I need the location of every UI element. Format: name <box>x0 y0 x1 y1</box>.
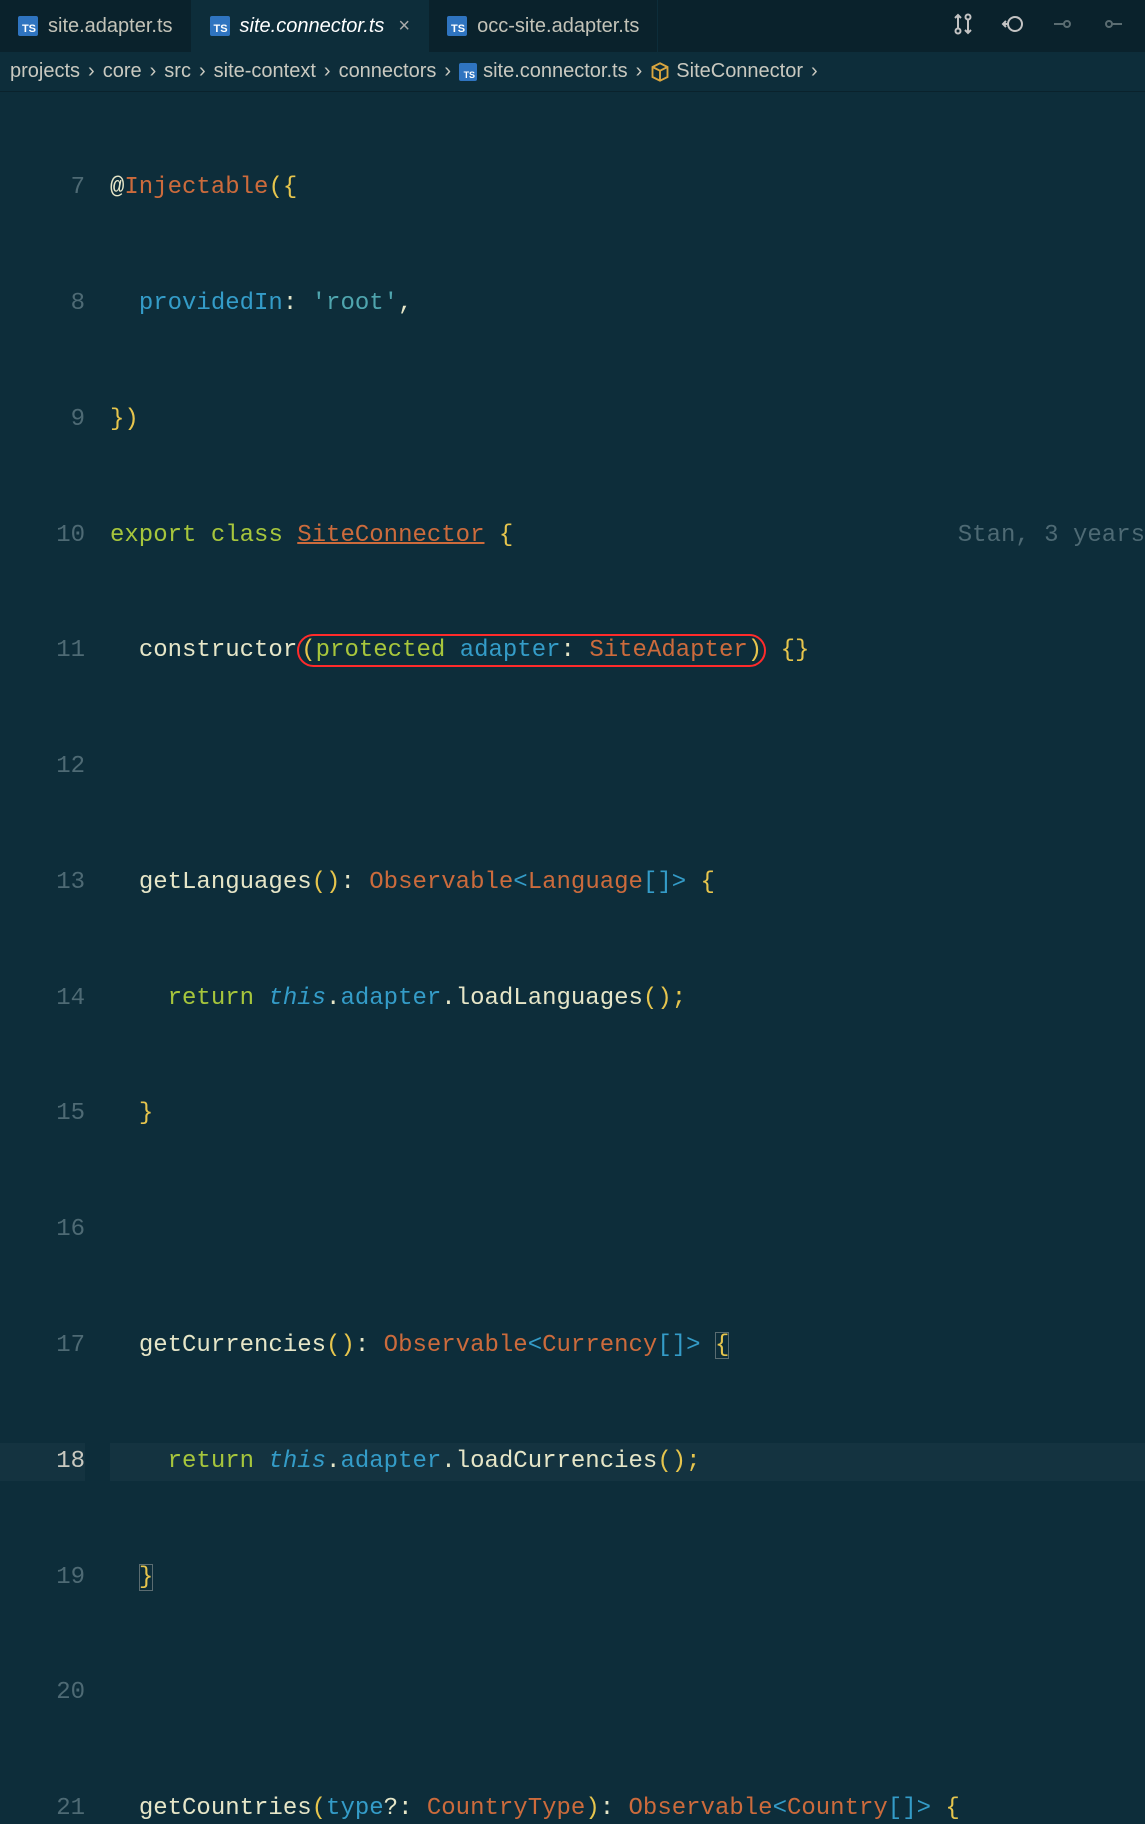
chevron-right-icon: › <box>809 60 820 83</box>
breadcrumb-item[interactable]: site-context <box>214 60 316 83</box>
typescript-icon: TS <box>447 16 467 36</box>
breadcrumb-item[interactable]: SiteConnector <box>676 60 803 83</box>
line-number: 8 <box>0 285 85 324</box>
class-icon <box>650 62 670 82</box>
tab-site-adapter[interactable]: TS site.adapter.ts <box>0 0 192 52</box>
line-number: 10 <box>0 517 85 556</box>
code-line[interactable]: @Injectable({ <box>110 169 1145 208</box>
tab-site-connector[interactable]: TS site.connector.ts × <box>192 0 430 52</box>
code-line[interactable]: }) <box>110 401 1145 440</box>
typescript-icon: TS <box>459 63 477 81</box>
code-line[interactable]: getLanguages(): Observable<Language[]> { <box>110 864 1145 903</box>
code-line[interactable]: getCurrencies(): Observable<Currency[]> … <box>110 1327 1145 1366</box>
breadcrumb-item[interactable]: projects <box>10 60 80 83</box>
line-number: 9 <box>0 401 85 440</box>
code-line[interactable] <box>110 1211 1145 1250</box>
close-icon[interactable]: × <box>398 15 410 38</box>
chevron-right-icon: › <box>86 60 97 83</box>
highlight-box: (protected adapter: SiteAdapter) <box>297 634 766 667</box>
typescript-icon: TS <box>18 16 38 36</box>
chevron-right-icon: › <box>148 60 159 83</box>
line-number: 12 <box>0 748 85 787</box>
line-number: 21 <box>0 1790 85 1824</box>
code-line[interactable]: return this.adapter.loadLanguages(); <box>110 980 1145 1019</box>
chevron-right-icon: › <box>442 60 453 83</box>
chevron-right-icon: › <box>197 60 208 83</box>
chevron-right-icon: › <box>322 60 333 83</box>
next-change-icon[interactable] <box>1101 12 1125 41</box>
line-number: 18 <box>0 1443 85 1482</box>
typescript-icon: TS <box>210 16 230 36</box>
line-number: 20 <box>0 1674 85 1713</box>
line-number: 19 <box>0 1559 85 1598</box>
code-content[interactable]: @Injectable({ providedIn: 'root', }) exp… <box>110 92 1145 1824</box>
line-number: 7 <box>0 169 85 208</box>
breadcrumb-item[interactable]: core <box>103 60 142 83</box>
code-line[interactable]: providedIn: 'root', <box>110 285 1145 324</box>
chevron-right-icon: › <box>634 60 645 83</box>
code-line[interactable]: getCountries(type?: CountryType): Observ… <box>110 1790 1145 1824</box>
breadcrumb: projects › core › src › site-context › c… <box>0 52 1145 92</box>
tab-bar: TS site.adapter.ts TS site.connector.ts … <box>0 0 1145 52</box>
breadcrumb-item[interactable]: connectors <box>339 60 437 83</box>
tab-label: site.adapter.ts <box>48 15 173 38</box>
line-gutter: 7 8 9 10 11 12 13 14 15 16 17 18 19 20 2… <box>0 92 110 1824</box>
code-line[interactable] <box>110 1674 1145 1713</box>
editor-toolbar <box>951 0 1145 52</box>
line-number: 14 <box>0 980 85 1019</box>
code-line[interactable]: } <box>110 1095 1145 1134</box>
revert-icon[interactable] <box>1001 12 1025 41</box>
code-line[interactable] <box>110 748 1145 787</box>
code-line[interactable]: constructor(protected adapter: SiteAdapt… <box>110 632 1145 671</box>
line-number: 16 <box>0 1211 85 1250</box>
code-line[interactable]: } <box>110 1559 1145 1598</box>
git-blame-annotation: Stan, 3 years <box>958 517 1145 556</box>
tab-label: site.connector.ts <box>240 15 385 38</box>
compare-changes-icon[interactable] <box>951 12 975 41</box>
line-number: 13 <box>0 864 85 903</box>
line-number: 11 <box>0 632 85 671</box>
code-editor[interactable]: 7 8 9 10 11 12 13 14 15 16 17 18 19 20 2… <box>0 92 1145 1824</box>
line-number: 17 <box>0 1327 85 1366</box>
tab-label: occ-site.adapter.ts <box>477 15 639 38</box>
code-line[interactable]: return this.adapter.loadCurrencies(); <box>110 1443 1145 1482</box>
line-number: 15 <box>0 1095 85 1134</box>
prev-change-icon[interactable] <box>1051 12 1075 41</box>
tab-occ-site-adapter[interactable]: TS occ-site.adapter.ts <box>429 0 658 52</box>
breadcrumb-item[interactable]: src <box>164 60 191 83</box>
breadcrumb-item[interactable]: site.connector.ts <box>483 60 628 83</box>
